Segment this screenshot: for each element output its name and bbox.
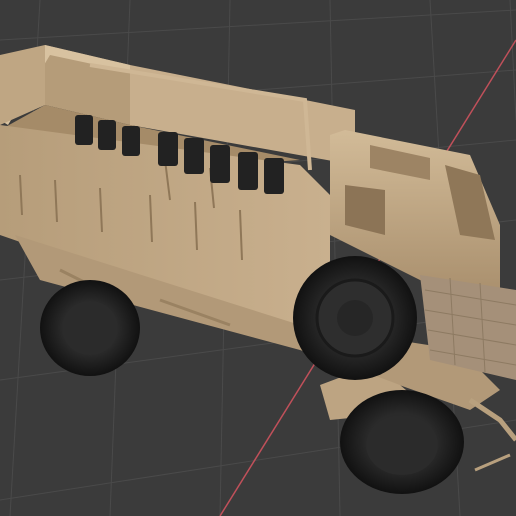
3d-viewport[interactable] [0, 0, 516, 516]
wheel-front-lower[interactable] [340, 390, 464, 494]
viewport-canvas[interactable] [0, 0, 516, 516]
wheel-rear[interactable] [40, 280, 140, 376]
wheel-front-upper[interactable] [293, 256, 417, 380]
front-bumper [468, 397, 516, 472]
